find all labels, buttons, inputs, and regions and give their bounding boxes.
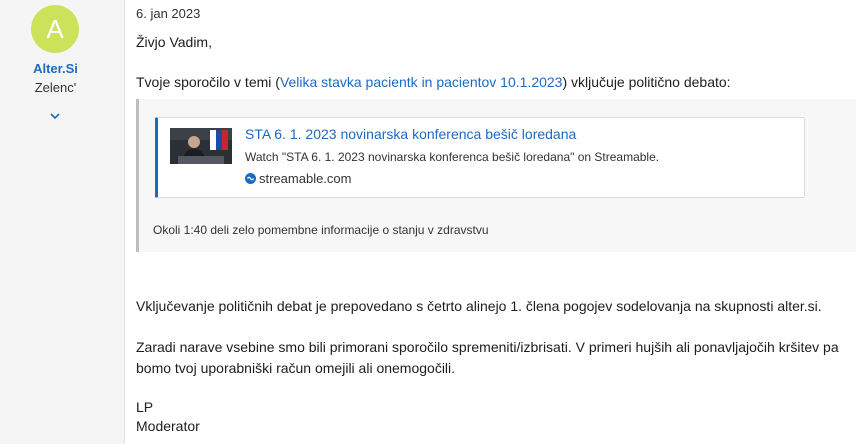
signature-role: Moderator [136, 418, 200, 434]
author-sidebar: A Alter.Si Zelenc' [0, 0, 125, 444]
embed-thumbnail[interactable] [170, 128, 232, 164]
reason-line-1: Zaradi narave vsebine smo bili primorani… [136, 339, 839, 355]
greeting: Živjo Vadim, [136, 34, 212, 50]
embed-card[interactable]: STA 6. 1. 2023 novinarska konferenca beš… [155, 117, 805, 198]
quoted-message: STA 6. 1. 2023 novinarska konferenca beš… [136, 99, 856, 252]
intro-line: Tvoje sporočilo v temi (Velika stavka pa… [136, 74, 731, 90]
embed-site[interactable]: streamable.com [245, 171, 351, 186]
post-body: 6. jan 2023 Živjo Vadim, Tvoje sporočilo… [125, 0, 857, 444]
chevron-down-icon[interactable] [47, 108, 63, 124]
embed-title-link[interactable]: STA 6. 1. 2023 novinarska konferenca beš… [245, 126, 576, 142]
signature-greeting: LP [136, 399, 154, 415]
author-role: Zelenc' [34, 80, 77, 95]
rule-paragraph: Vključevanje političnih debat je prepove… [136, 298, 822, 314]
avatar[interactable]: A [31, 5, 79, 53]
topic-link[interactable]: Velika stavka pacientk in pacientov 10.1… [280, 74, 563, 90]
quote-text: Okoli 1:40 deli zelo pomembne informacij… [153, 223, 489, 237]
embed-description: Watch "STA 6. 1. 2023 novinarska konfere… [245, 150, 660, 164]
streamable-icon [245, 172, 256, 184]
embed-site-label: streamable.com [259, 171, 352, 186]
intro-after: ) vključuje politično debato: [562, 74, 731, 90]
author-name-link[interactable]: Alter.Si [0, 61, 111, 76]
reason-line-2: bomo tvoj uporabniški račun omejili ali … [136, 360, 456, 376]
intro-before: Tvoje sporočilo v temi ( [136, 74, 280, 90]
post-date[interactable]: 6. jan 2023 [136, 6, 200, 21]
